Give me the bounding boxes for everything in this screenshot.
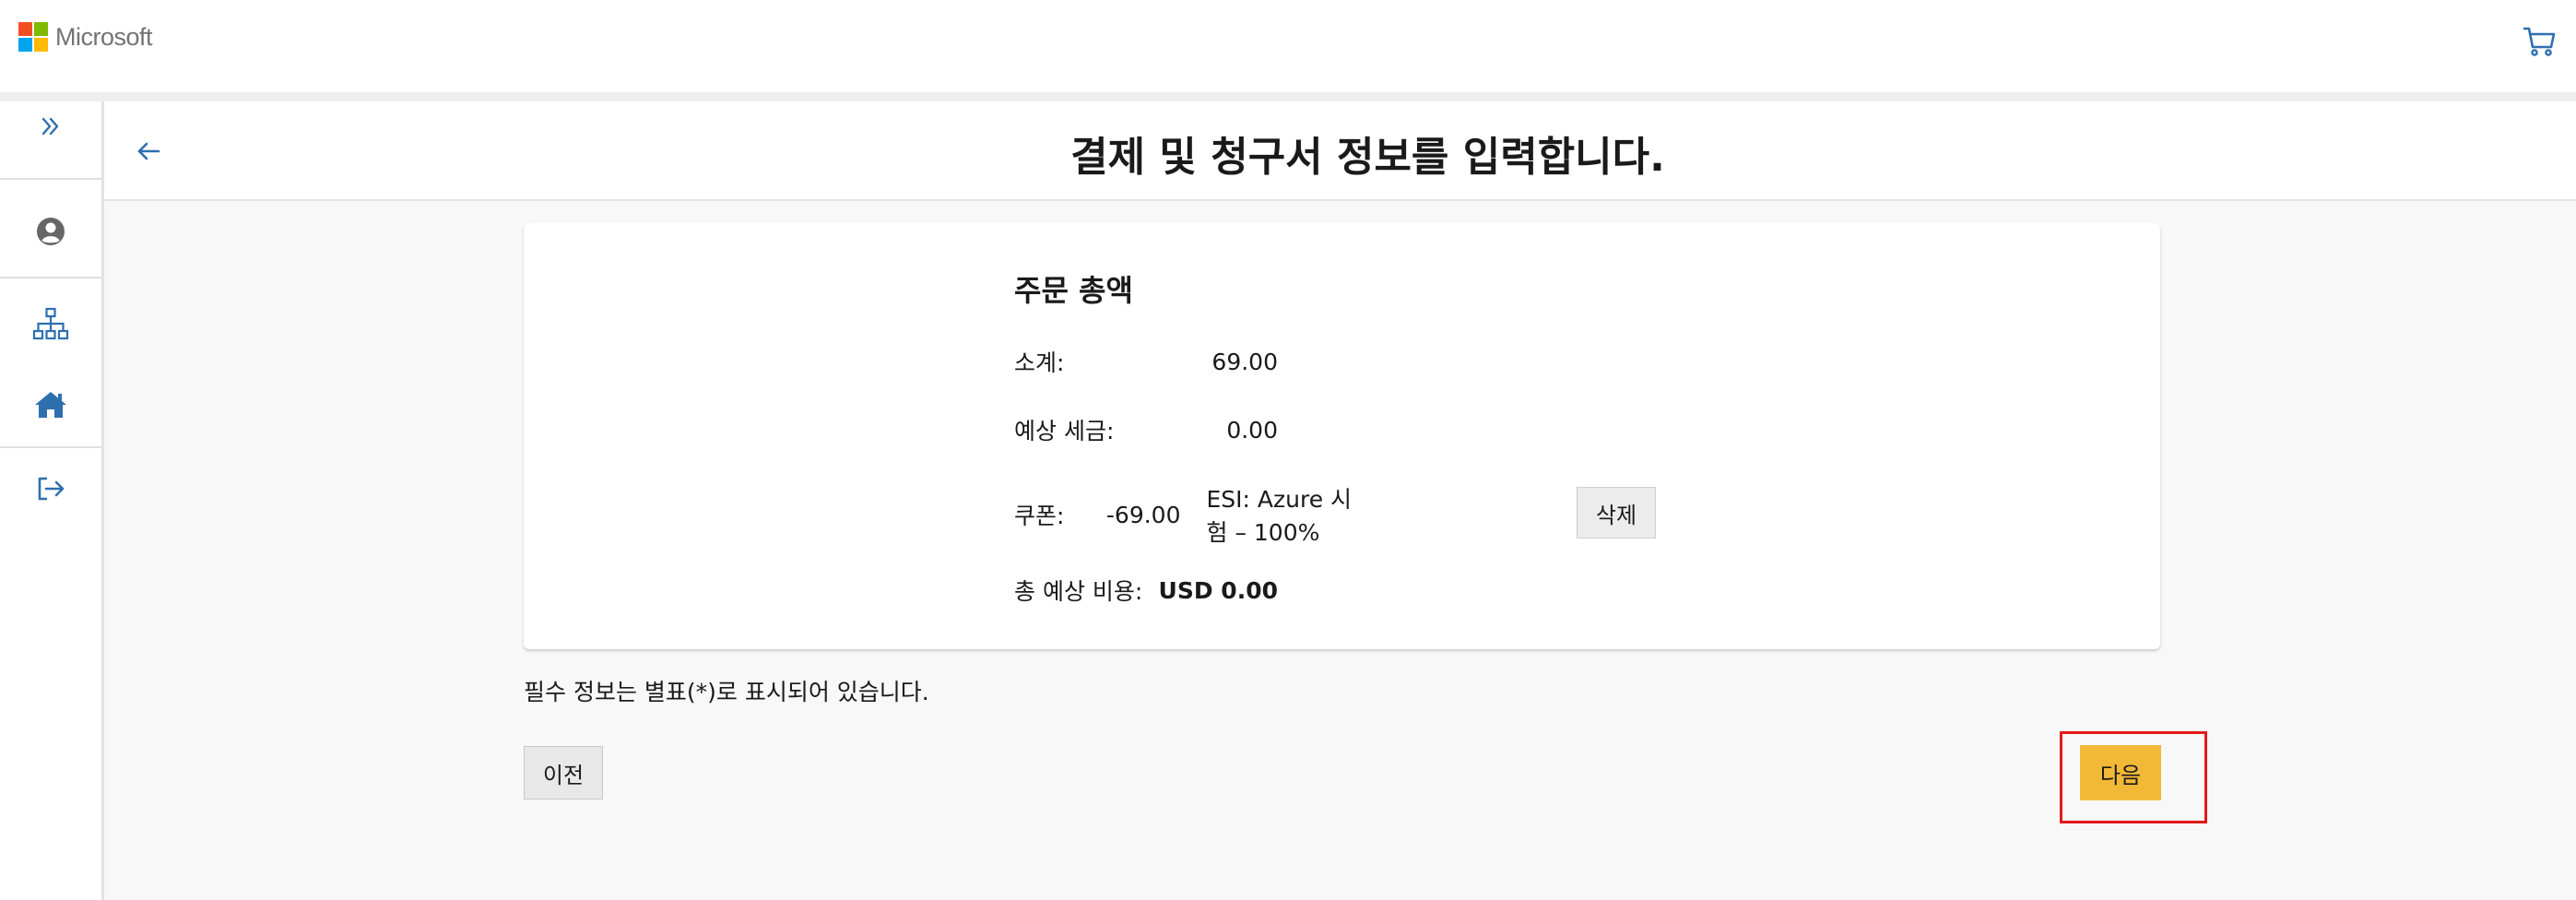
order-summary: 주문 총액 소계: 69.00 예상 세금: 0.00 쿠폰: -69.00 E… [1014, 267, 1656, 605]
tax-value: 0.00 [1226, 416, 1278, 444]
rail-divider [0, 277, 101, 278]
coupon-name: ESI: Azure 시험 – 100% [1206, 486, 1353, 546]
coupon-label: 쿠폰: [1014, 503, 1065, 529]
page-title: 결제 및 청구서 정보를 입력합니다. [1070, 134, 1665, 181]
microsoft-logo-icon [18, 22, 48, 52]
tax-row: 예상 세금: 0.00 [1014, 413, 1278, 446]
coupon-value: -69.00 [1105, 501, 1181, 528]
microsoft-logo[interactable]: Microsoft [18, 22, 153, 52]
double-chevron-right-icon[interactable] [26, 101, 76, 151]
subtotal-value: 69.00 [1211, 348, 1278, 375]
required-fields-note: 필수 정보는 별표(*)로 표시되어 있습니다. [524, 679, 929, 705]
subtotal-row: 소계: 69.00 [1014, 345, 1278, 378]
rail-divider [0, 178, 101, 180]
shopping-cart-icon[interactable] [2521, 22, 2558, 59]
total-row: 총 예상 비용: USD 0.00 [1014, 574, 1278, 607]
top-header: Microsoft [0, 0, 2576, 101]
tax-label: 예상 세금: [1014, 418, 1115, 444]
rail-divider [0, 446, 101, 448]
total-value: USD 0.00 [1158, 576, 1278, 604]
next-button[interactable]: 다음 [2080, 745, 2161, 800]
brand-name: Microsoft [55, 22, 153, 51]
coupon-row: 쿠폰: -69.00 ESI: Azure 시험 – 100% [1014, 481, 1369, 548]
user-circle-icon[interactable] [26, 207, 76, 256]
order-total-card: 주문 총액 소계: 69.00 예상 세금: 0.00 쿠폰: -69.00 E… [524, 223, 2160, 649]
order-total-heading: 주문 총액 [1014, 273, 1133, 308]
sign-out-icon[interactable] [26, 464, 76, 514]
page-title-bar: 결제 및 청구서 정보를 입력합니다. [104, 101, 2576, 201]
total-label: 총 예상 비용: [1014, 578, 1143, 605]
org-hierarchy-icon[interactable] [26, 299, 76, 349]
previous-button[interactable]: 이전 [524, 746, 603, 799]
home-icon[interactable] [26, 380, 76, 430]
delete-coupon-button[interactable]: 삭제 [1577, 487, 1656, 539]
subtotal-label: 소계: [1014, 349, 1065, 376]
left-navigation-rail [0, 101, 104, 900]
